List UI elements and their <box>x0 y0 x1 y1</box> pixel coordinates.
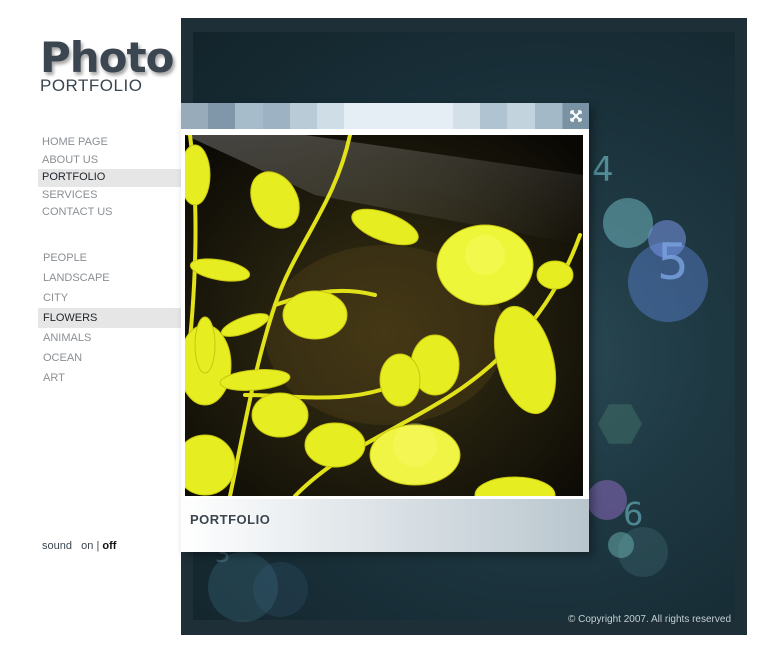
category-landscape[interactable]: LANDSCAPE <box>38 268 181 288</box>
category-city[interactable]: CITY <box>38 288 181 308</box>
copyright: © Copyright 2007. All rights reserved <box>568 614 732 625</box>
menu-item-portfolio[interactable]: PORTFOLIO <box>38 169 181 187</box>
logo-title: Photo <box>40 33 174 82</box>
hexagon-light <box>598 404 642 444</box>
logo: Photo PORTFOLIO <box>40 33 174 96</box>
stage-number: 4 <box>592 150 614 190</box>
flower-photo <box>185 135 583 496</box>
window-title-label: PORTFOLIO <box>190 512 271 527</box>
close-button[interactable] <box>563 103 589 129</box>
menu-item-about[interactable]: ABOUT US <box>38 152 181 170</box>
titlebar-segment <box>181 103 209 129</box>
titlebar-segment <box>289 103 318 129</box>
category-ocean[interactable]: OCEAN <box>38 348 181 368</box>
photo-image <box>185 135 583 496</box>
sound-separator: | <box>96 540 100 552</box>
stage-number: 5 <box>657 233 689 291</box>
titlebar-segment <box>371 103 399 129</box>
menu-item-services[interactable]: SERVICES <box>38 187 181 205</box>
titlebar-segment <box>507 103 535 129</box>
window-titlebar[interactable] <box>181 103 590 129</box>
titlebar-segment <box>208 103 236 129</box>
stage-number: 6 <box>623 495 644 533</box>
bokeh-light <box>253 562 308 617</box>
titlebar-segment <box>480 103 508 129</box>
category-people[interactable]: PEOPLE <box>38 248 181 268</box>
sound-toggle: sound on | off <box>42 540 116 552</box>
titlebar-segment <box>398 103 426 129</box>
menu-item-home[interactable]: HOME PAGE <box>38 134 181 152</box>
titlebar-segment <box>317 103 345 129</box>
bokeh-light <box>603 198 653 248</box>
titlebar-segment <box>344 103 372 129</box>
titlebar-segment <box>453 103 481 129</box>
sound-off-button[interactable]: off <box>102 540 116 552</box>
category-animals[interactable]: ANIMALS <box>38 328 181 348</box>
close-icon <box>570 110 582 122</box>
category-menu: PEOPLE LANDSCAPE CITY FLOWERS ANIMALS OC… <box>38 248 181 388</box>
bokeh-light <box>608 532 634 558</box>
main-menu: HOME PAGE ABOUT US PORTFOLIO SERVICES CO… <box>38 134 181 222</box>
sound-on-button[interactable]: on <box>81 540 93 552</box>
bokeh-light <box>587 480 627 520</box>
titlebar-segment <box>534 103 562 129</box>
menu-item-contact[interactable]: CONTACT US <box>38 204 181 222</box>
portfolio-window: PORTFOLIO <box>181 103 590 552</box>
category-flowers[interactable]: FLOWERS <box>38 308 181 328</box>
category-art[interactable]: ART <box>38 368 181 388</box>
sound-label: sound <box>42 540 72 552</box>
window-footer: PORTFOLIO <box>181 499 589 552</box>
titlebar-segment <box>235 103 263 129</box>
titlebar-segment <box>262 103 290 129</box>
titlebar-segment <box>425 103 454 129</box>
